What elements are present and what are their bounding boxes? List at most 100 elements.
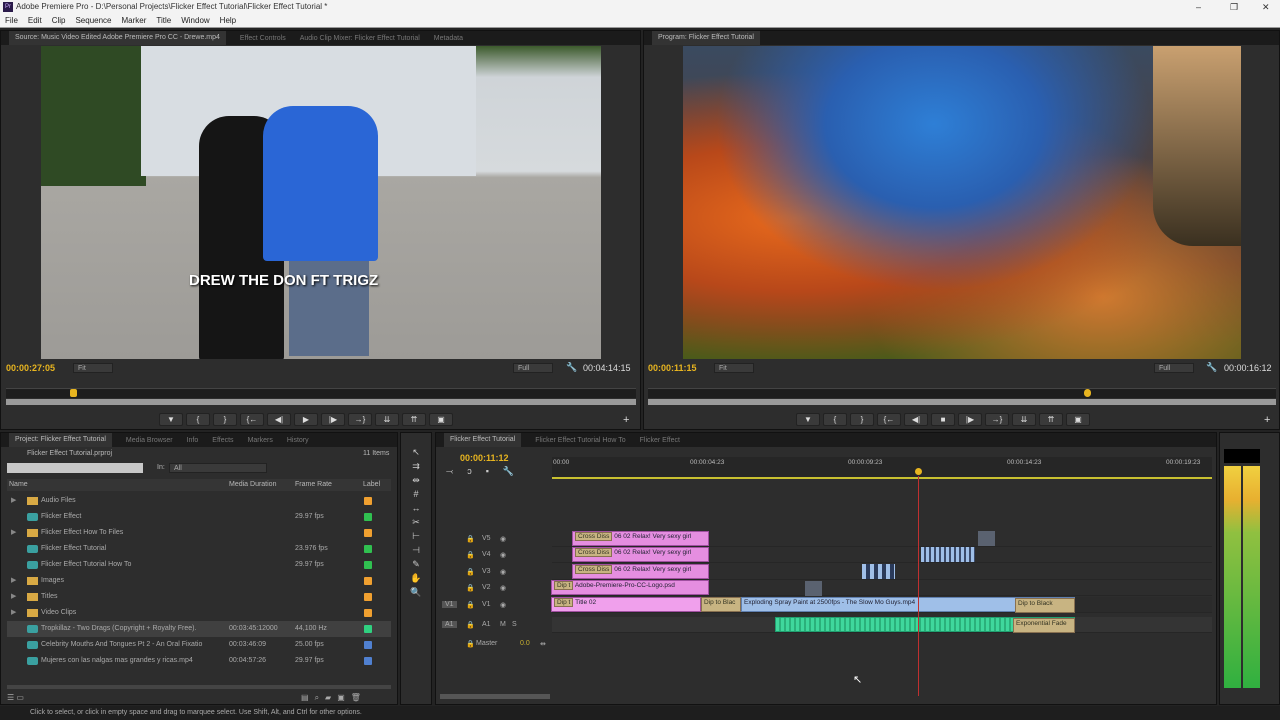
tab-sequence-flicker-effect-tutorial[interactable]: Flicker Effect Tutorial [444, 433, 522, 447]
pen-tool-icon[interactable]: ✎ [401, 557, 431, 571]
lock-icon[interactable]: 🔒 [466, 568, 475, 576]
mark-out-button[interactable]: } [213, 413, 237, 426]
label-swatch[interactable] [364, 529, 372, 537]
tab-sequence-how-to[interactable]: Flicker Effect Tutorial How To [535, 437, 625, 444]
source-timecode[interactable]: 00:00:27:05 [6, 363, 55, 373]
label-swatch[interactable] [364, 497, 372, 505]
lock-icon[interactable]: 🔒 [466, 640, 475, 648]
extract-button[interactable]: ⇈ [1039, 413, 1063, 426]
tab-metadata[interactable]: Metadata [434, 35, 463, 42]
rolling-edit-tool-icon[interactable]: # [401, 487, 431, 501]
project-item[interactable]: Flicker Effect Tutorial 23.976 fps [7, 541, 391, 557]
linked-selection-icon[interactable]: ↄ [467, 466, 472, 477]
program-zoom-select[interactable]: Fit [714, 363, 754, 373]
project-item[interactable]: Flicker Effect 29.97 fps [7, 509, 391, 525]
cross-dissolve-transition[interactable]: Cross Diss [575, 532, 613, 541]
tab-info[interactable]: Info [187, 437, 199, 444]
icon-view-icon[interactable]: ▭ [16, 693, 24, 702]
find-icon[interactable]: ⌕ [315, 693, 319, 703]
insert-button[interactable]: ⇊ [375, 413, 399, 426]
clip-relax-v4[interactable]: Cross Diss 06 02 Relax! Very sexy girl [572, 547, 709, 562]
eye-icon[interactable]: ◉ [500, 601, 506, 609]
source-patch-v1[interactable]: V1 [442, 601, 457, 608]
menu-title[interactable]: Title [156, 14, 171, 27]
lock-icon[interactable]: 🔒 [466, 621, 475, 629]
lock-icon[interactable]: 🔒 [466, 584, 475, 592]
eye-icon[interactable]: ◉ [500, 584, 506, 592]
clip-small-v2[interactable] [805, 581, 822, 596]
column-label[interactable]: Label [363, 479, 380, 491]
track-name[interactable]: V5 [482, 535, 491, 542]
program-resolution-select[interactable]: Full [1154, 363, 1194, 373]
clip-relax-v5[interactable]: Cross Diss 06 02 Relax! Very sexy girl [572, 531, 709, 546]
menu-marker[interactable]: Marker [122, 14, 147, 27]
play-button[interactable]: ▶ [294, 413, 318, 426]
label-swatch[interactable] [364, 641, 372, 649]
label-swatch[interactable] [364, 657, 372, 665]
label-swatch[interactable] [364, 513, 372, 521]
timeline-playhead-handle[interactable] [915, 468, 922, 475]
solo-icon[interactable]: S [512, 621, 517, 628]
eye-icon[interactable]: ◉ [500, 568, 506, 576]
project-item[interactable]: Mujeres con las nalgas mas grandes y ric… [7, 653, 391, 669]
go-to-in-button[interactable]: {← [240, 413, 264, 426]
project-item[interactable]: Tropkillaz - Two Drags (Copyright + Roya… [7, 621, 391, 637]
dip-to-black-transition[interactable]: Dip to Blac [701, 597, 741, 612]
label-swatch[interactable] [364, 561, 372, 569]
step-forward-button[interactable]: |▶ [958, 413, 982, 426]
button-editor-add-icon[interactable]: + [1264, 414, 1270, 426]
column-name[interactable]: Name [9, 479, 28, 491]
close-button[interactable]: ✕ [1262, 0, 1270, 14]
tab-effects[interactable]: Effects [212, 437, 233, 444]
track-height-icon[interactable]: ⇹ [540, 640, 546, 648]
maximize-button[interactable]: ❐ [1230, 0, 1238, 14]
track-name[interactable]: V2 [482, 584, 491, 591]
tab-effect-controls[interactable]: Effect Controls [240, 35, 286, 42]
program-playhead[interactable] [1084, 389, 1091, 397]
program-zoom-scrollbar[interactable] [648, 399, 1276, 405]
tab-project[interactable]: Project: Flicker Effect Tutorial [9, 433, 112, 447]
snap-icon[interactable]: ⤙ [446, 466, 453, 477]
menu-clip[interactable]: Clip [52, 14, 66, 27]
project-horizontal-scrollbar[interactable] [7, 685, 391, 689]
lock-icon[interactable]: 🔒 [466, 535, 475, 543]
clip-title-v1[interactable]: Dip t Title 02 [551, 597, 701, 612]
lock-icon[interactable]: 🔒 [466, 601, 475, 609]
razor-tool-icon[interactable]: ✂ [401, 515, 431, 529]
label-swatch[interactable] [364, 609, 372, 617]
tab-markers[interactable]: Markers [248, 437, 273, 444]
expand-triangle-icon[interactable]: ▶ [11, 493, 16, 509]
track-name[interactable]: A1 [482, 621, 491, 628]
lift-button[interactable]: ⇊ [1012, 413, 1036, 426]
label-swatch[interactable] [364, 593, 372, 601]
eye-icon[interactable]: ◉ [500, 551, 506, 559]
clip-relax-v3[interactable]: Cross Diss 06 02 Relax! Very sexy girl [572, 564, 709, 579]
label-swatch[interactable] [364, 625, 372, 633]
expand-triangle-icon[interactable]: ▶ [11, 525, 16, 541]
ripple-edit-tool-icon[interactable]: ⇹ [401, 473, 431, 487]
project-item[interactable]: ▶ Flicker Effect How To Files [7, 525, 391, 541]
tab-sequence-flicker-effect[interactable]: Flicker Effect [640, 437, 680, 444]
project-item[interactable]: Flicker Effect Tutorial How To 29.97 fps [7, 557, 391, 573]
menu-window[interactable]: Window [181, 14, 209, 27]
settings-wrench-icon[interactable]: 🔧 [566, 362, 577, 373]
master-volume[interactable]: 0.0 [520, 640, 530, 647]
column-frame-rate[interactable]: Frame Rate [295, 479, 332, 491]
tab-media-browser[interactable]: Media Browser [126, 437, 173, 444]
go-to-out-button[interactable]: →} [348, 413, 372, 426]
exponential-fade-transition[interactable]: Exponential Fade [1013, 618, 1075, 633]
hand-tool-icon[interactable]: ✋ [401, 571, 431, 585]
expand-triangle-icon[interactable]: ▶ [11, 605, 16, 621]
label-swatch[interactable] [364, 545, 372, 553]
export-frame-button[interactable]: ▣ [1066, 413, 1090, 426]
overwrite-button[interactable]: ⇈ [402, 413, 426, 426]
track-select-tool-icon[interactable]: ⇉ [401, 459, 431, 473]
cross-dissolve-transition[interactable]: Cross Diss [575, 548, 613, 557]
tab-audio-clip-mixer[interactable]: Audio Clip Mixer: Flicker Effect Tutoria… [300, 35, 420, 42]
dip-to-black-end-transition[interactable]: Dip to Black [1015, 598, 1075, 613]
menu-file[interactable]: File [5, 14, 18, 27]
project-item[interactable]: Celebrity Mouths And Tongues Pt 2 - An O… [7, 637, 391, 653]
selection-tool-icon[interactable]: ↖ [401, 445, 431, 459]
go-to-in-button[interactable]: {← [877, 413, 901, 426]
expand-triangle-icon[interactable]: ▶ [11, 573, 16, 589]
